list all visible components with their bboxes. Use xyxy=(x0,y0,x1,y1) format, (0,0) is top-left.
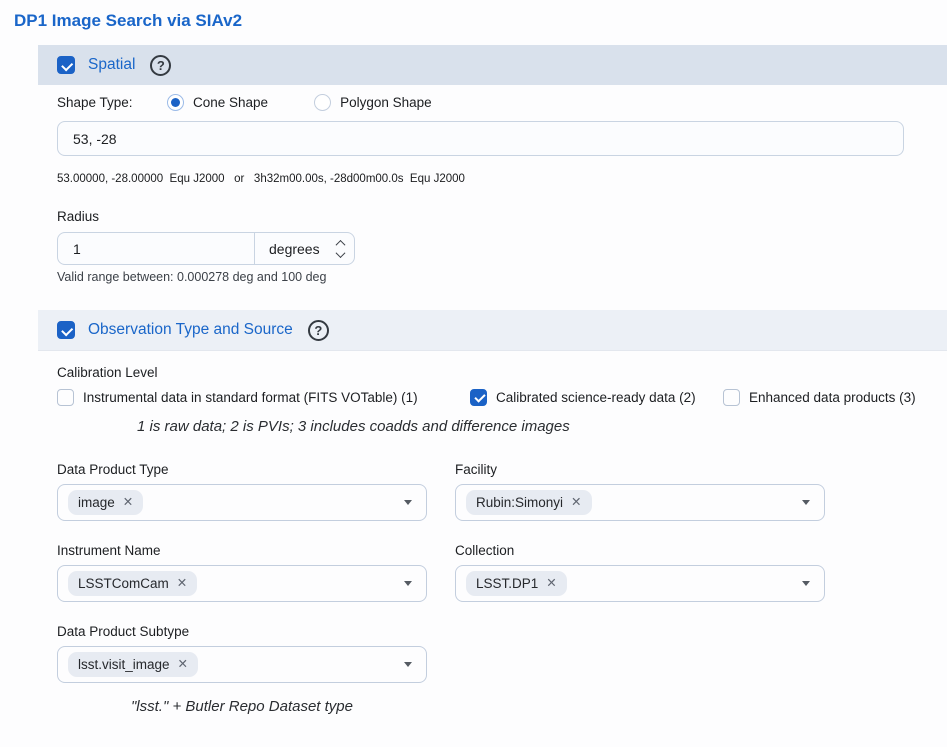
chip-remove-icon[interactable]: ✕ xyxy=(546,577,556,590)
observation-section-title[interactable]: Observation Type and Source xyxy=(88,321,293,339)
data-product-type-field: Data Product Type image ✕ xyxy=(57,462,427,521)
polygon-shape-radio-option[interactable]: Polygon Shape xyxy=(314,94,432,111)
instrument-name-combobox[interactable]: LSSTComCam ✕ xyxy=(57,565,427,602)
spatial-section-header: Spatial ? xyxy=(38,45,947,85)
shape-type-row: Shape Type: Cone Shape Polygon Shape xyxy=(57,94,947,111)
dropdown-caret-icon[interactable] xyxy=(802,581,810,586)
spatial-help-icon[interactable]: ? xyxy=(150,55,171,76)
observation-section-content: Calibration Level Instrumental data in s… xyxy=(0,365,947,715)
spatial-section-content: Shape Type: Cone Shape Polygon Shape 53.… xyxy=(0,94,947,284)
facility-field: Facility Rubin:Simonyi ✕ xyxy=(455,462,825,521)
cone-shape-label: Cone Shape xyxy=(193,95,268,110)
spatial-section-checkbox[interactable] xyxy=(57,56,75,74)
calibration-option-2[interactable]: Calibrated science-ready data (2) xyxy=(470,389,706,406)
spatial-section-title[interactable]: Spatial xyxy=(88,56,135,74)
collection-label: Collection xyxy=(455,543,825,558)
chip-text: image xyxy=(78,495,115,510)
radius-unit-select[interactable]: degrees xyxy=(254,233,354,264)
instrument-name-chip: LSSTComCam ✕ xyxy=(68,571,197,596)
calibration-option-1[interactable]: Instrumental data in standard format (FI… xyxy=(57,389,453,406)
instrument-name-field: Instrument Name LSSTComCam ✕ xyxy=(57,543,427,602)
unit-spinner-icon[interactable] xyxy=(337,240,344,258)
calibration-note: 1 is raw data; 2 is PVIs; 3 includes coa… xyxy=(137,418,947,435)
cone-shape-radio-option[interactable]: Cone Shape xyxy=(167,94,268,111)
chip-remove-icon[interactable]: ✕ xyxy=(571,496,581,509)
collection-combobox[interactable]: LSST.DP1 ✕ xyxy=(455,565,825,602)
page-title: DP1 Image Search via SIAv2 xyxy=(14,11,947,31)
chip-text: Rubin:Simonyi xyxy=(476,495,563,510)
chip-remove-icon[interactable]: ✕ xyxy=(123,496,133,509)
chip-remove-icon[interactable]: ✕ xyxy=(177,577,187,590)
facility-combobox[interactable]: Rubin:Simonyi ✕ xyxy=(455,484,825,521)
calibration-level-label: Calibration Level xyxy=(57,365,947,380)
radius-unit-value: degrees xyxy=(269,241,329,257)
calibration-label-2: Calibrated science-ready data (2) xyxy=(496,390,696,405)
chip-text: LSST.DP1 xyxy=(476,576,538,591)
observation-fields-grid: Data Product Type image ✕ Facility Rubin… xyxy=(57,462,947,715)
radius-input-group: degrees xyxy=(57,232,355,265)
data-product-subtype-chip: lsst.visit_image ✕ xyxy=(68,652,198,677)
facility-chip: Rubin:Simonyi ✕ xyxy=(466,490,592,515)
dropdown-caret-icon[interactable] xyxy=(802,500,810,505)
collection-field: Collection LSST.DP1 ✕ xyxy=(455,543,825,602)
radius-input[interactable] xyxy=(58,233,254,264)
observation-section-header: Observation Type and Source ? xyxy=(38,310,947,351)
dropdown-caret-icon[interactable] xyxy=(404,662,412,667)
chip-text: LSSTComCam xyxy=(78,576,169,591)
calibration-checkbox-3[interactable] xyxy=(723,389,740,406)
collection-chip: LSST.DP1 ✕ xyxy=(466,571,567,596)
chevron-down-icon xyxy=(336,248,346,258)
instrument-name-label: Instrument Name xyxy=(57,543,427,558)
shape-type-label: Shape Type: xyxy=(57,95,167,110)
facility-label: Facility xyxy=(455,462,825,477)
calibration-label-3: Enhanced data products (3) xyxy=(749,390,916,405)
calibration-checkbox-1[interactable] xyxy=(57,389,74,406)
polygon-shape-label: Polygon Shape xyxy=(340,95,432,110)
data-product-subtype-field: Data Product Subtype lsst.visit_image ✕ … xyxy=(57,624,427,715)
data-product-subtype-label: Data Product Subtype xyxy=(57,624,427,639)
calibration-options-row: Instrumental data in standard format (FI… xyxy=(57,389,947,406)
data-product-type-combobox[interactable]: image ✕ xyxy=(57,484,427,521)
coordinates-hint: 53.00000, -28.00000 Equ J2000 or 3h32m00… xyxy=(57,173,947,185)
data-product-type-chip: image ✕ xyxy=(68,490,143,515)
chip-text: lsst.visit_image xyxy=(78,657,170,672)
calibration-checkbox-2[interactable] xyxy=(470,389,487,406)
data-product-type-label: Data Product Type xyxy=(57,462,427,477)
coordinates-input[interactable] xyxy=(57,121,904,156)
chip-remove-icon[interactable]: ✕ xyxy=(178,658,188,671)
cone-shape-radio[interactable] xyxy=(167,94,184,111)
calibration-label-1: Instrumental data in standard format (FI… xyxy=(83,390,418,405)
data-product-subtype-combobox[interactable]: lsst.visit_image ✕ xyxy=(57,646,427,683)
observation-help-icon[interactable]: ? xyxy=(308,320,329,341)
radius-valid-range-hint: Valid range between: 0.000278 deg and 10… xyxy=(57,270,947,284)
dropdown-caret-icon[interactable] xyxy=(404,581,412,586)
dropdown-caret-icon[interactable] xyxy=(404,500,412,505)
radius-label: Radius xyxy=(57,209,947,224)
subtype-note: "lsst." + Butler Repo Dataset type xyxy=(57,698,427,715)
calibration-option-3[interactable]: Enhanced data products (3) xyxy=(723,389,916,406)
polygon-shape-radio[interactable] xyxy=(314,94,331,111)
observation-section-checkbox[interactable] xyxy=(57,321,75,339)
